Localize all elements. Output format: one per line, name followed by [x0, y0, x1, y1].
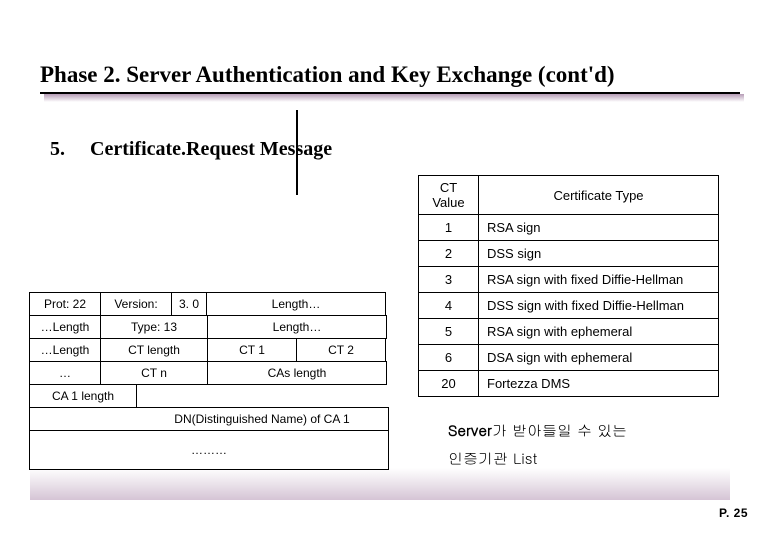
- field-length-cont: …Length: [29, 315, 101, 339]
- field-cas-length: CAs length: [207, 361, 387, 385]
- field-version-value: 3. 0: [171, 292, 207, 316]
- struct-row-0: Prot: 22 Version: 3. 0 Length…: [30, 293, 389, 316]
- field-length: Length…: [206, 292, 386, 316]
- note-line-2: 인증기관 List: [448, 448, 537, 469]
- section-title: Certificate.Request Message: [90, 138, 332, 161]
- field-length2: Length…: [207, 315, 387, 339]
- struct-row-6: ………: [30, 431, 389, 470]
- struct-row-5: DN(Distinguished Name) of CA 1: [30, 408, 389, 431]
- field-ctn: CT n: [100, 361, 208, 385]
- ct-type: DSS sign with fixed Diffie-Hellman: [479, 293, 719, 319]
- table-row: 5RSA sign with ephemeral: [419, 319, 719, 345]
- ct-type: DSS sign: [479, 241, 719, 267]
- table-row: 6DSA sign with ephemeral: [419, 345, 719, 371]
- field-dots: …: [29, 361, 101, 385]
- note-server-word: Server: [448, 420, 492, 441]
- struct-row-2: …Length CT length CT 1 CT 2: [30, 339, 389, 362]
- ct-value: 6: [419, 345, 479, 371]
- certificate-type-table: CT Value Certificate Type 1RSA sign 2DSS…: [418, 175, 719, 397]
- field-ct-length: CT length: [100, 338, 208, 362]
- table-row: 3RSA sign with fixed Diffie-Hellman: [419, 267, 719, 293]
- field-ct1: CT 1: [207, 338, 297, 362]
- field-ca1-length: CA 1 length: [29, 384, 137, 408]
- footer-gradient: [30, 468, 730, 500]
- note-rest: 가 받아들일 수 있는: [492, 420, 627, 441]
- field-length-cont2: …Length: [29, 338, 101, 362]
- ct-type: DSA sign with ephemeral: [479, 345, 719, 371]
- table-row: 1RSA sign: [419, 215, 719, 241]
- section-number: 5.: [50, 138, 65, 161]
- ct-type: RSA sign with ephemeral: [479, 319, 719, 345]
- ct-type: RSA sign with fixed Diffie-Hellman: [479, 267, 719, 293]
- struct-row-3: … CT n CAs length: [30, 362, 389, 385]
- field-dots2: ………: [29, 430, 389, 470]
- field-ct2: CT 2: [296, 338, 386, 362]
- message-structure-diagram: Prot: 22 Version: 3. 0 Length… …Length T…: [30, 293, 389, 470]
- struct-row-1: …Length Type: 13 Length…: [30, 316, 389, 339]
- ct-value: 2: [419, 241, 479, 267]
- header-ct-value: CT Value: [419, 176, 479, 215]
- field-dn-pad: [29, 407, 137, 431]
- ct-value: 3: [419, 267, 479, 293]
- table-row: 2DSS sign: [419, 241, 719, 267]
- struct-row-4: CA 1 length: [30, 385, 389, 408]
- header-cert-type: Certificate Type: [479, 176, 719, 215]
- ct-value: 5: [419, 319, 479, 345]
- field-dn: DN(Distinguished Name) of CA 1: [136, 407, 389, 431]
- ct-value: 1: [419, 215, 479, 241]
- field-version-label: Version:: [100, 292, 172, 316]
- page-number: P. 25: [719, 506, 748, 520]
- field-type: Type: 13: [100, 315, 208, 339]
- ct-type: Fortezza DMS: [479, 371, 719, 397]
- field-protocol: Prot: 22: [29, 292, 101, 316]
- note-line-1: Server가 받아들일 수 있는: [448, 420, 627, 441]
- ct-value: 4: [419, 293, 479, 319]
- ct-value: 20: [419, 371, 479, 397]
- table-row: 4DSS sign with fixed Diffie-Hellman: [419, 293, 719, 319]
- title-shadow: [44, 94, 744, 102]
- ct-type: RSA sign: [479, 215, 719, 241]
- table-row: 20Fortezza DMS: [419, 371, 719, 397]
- table-header-row: CT Value Certificate Type: [419, 176, 719, 215]
- slide-title: Phase 2. Server Authentication and Key E…: [40, 62, 740, 88]
